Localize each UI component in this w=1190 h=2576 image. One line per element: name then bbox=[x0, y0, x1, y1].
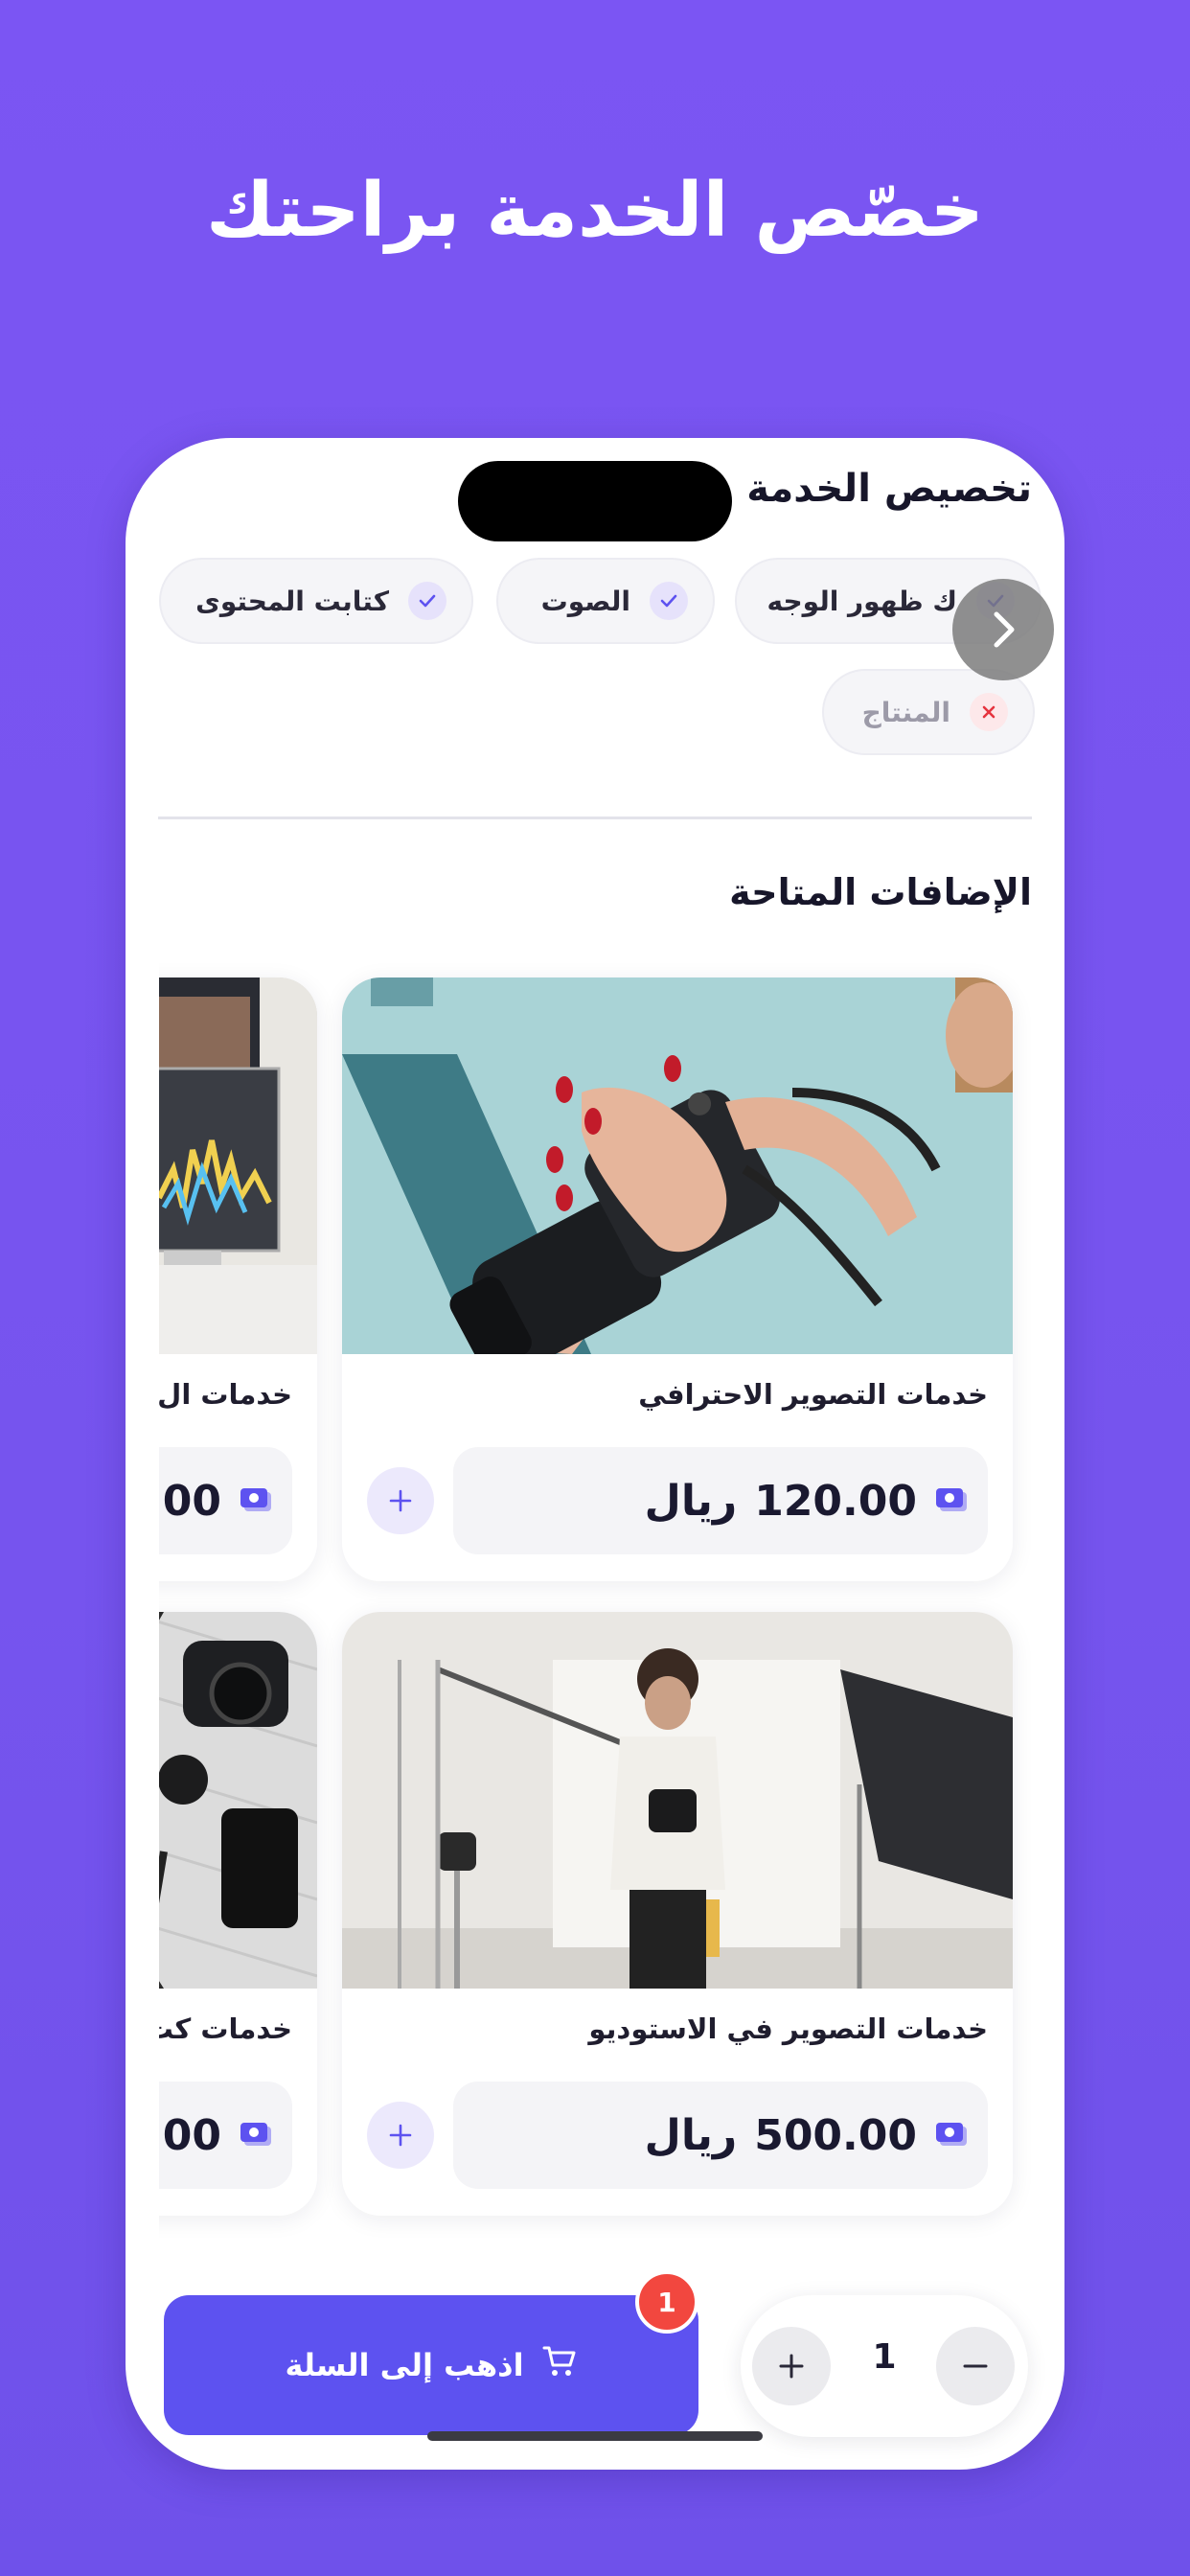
chip-voice[interactable]: الصوت bbox=[496, 558, 715, 644]
addon-card-professional-photography[interactable]: خدمات التصوير الاحترافي 120.00 ريال bbox=[342, 978, 1013, 1581]
money-icon bbox=[239, 1484, 273, 1517]
chip-montage[interactable]: المنتاج bbox=[822, 669, 1035, 755]
decrease-quantity-button[interactable] bbox=[936, 2327, 1015, 2405]
plus-icon bbox=[389, 1489, 412, 1512]
cart-count-badge: 1 bbox=[635, 2270, 698, 2334]
price-amount: 120.00 bbox=[754, 1476, 917, 1526]
divider bbox=[158, 816, 1032, 819]
money-icon bbox=[934, 2119, 969, 2151]
money-icon bbox=[239, 2119, 273, 2151]
addon-name: خدمات ال bbox=[157, 1378, 292, 1411]
addon-name: خدمات التصوير الاحترافي bbox=[638, 1378, 988, 1411]
price-box: 500.00 ريال bbox=[453, 2082, 988, 2189]
go-to-cart-button[interactable]: اذهب إلى السلة bbox=[164, 2295, 698, 2435]
add-addon-button[interactable] bbox=[367, 1467, 434, 1534]
price-amount: 00 bbox=[162, 1476, 221, 1526]
plus-icon bbox=[779, 2354, 804, 2379]
chip-label: كتابت المحتوى bbox=[195, 585, 389, 617]
increase-quantity-button[interactable] bbox=[752, 2327, 831, 2405]
addon-card-studio-photography[interactable]: خدمات التصوير في الاستوديو 500.00 ريال bbox=[342, 1612, 1013, 2216]
left-edge-mask bbox=[126, 955, 159, 2240]
page-title: تخصيص الخدمة bbox=[746, 467, 1032, 511]
addon-name: خدمات التصوير في الاستوديو bbox=[588, 2012, 988, 2045]
quantity-value: 1 bbox=[872, 2337, 897, 2377]
chip-content-writing[interactable]: كتابت المحتوى bbox=[159, 558, 473, 644]
remove-icon bbox=[970, 693, 1008, 731]
chip-label: الصوت bbox=[540, 585, 630, 617]
dynamic-island bbox=[458, 461, 732, 541]
price-amount: 00 bbox=[162, 2110, 221, 2160]
product-image bbox=[342, 1612, 1013, 1989]
promo-headline: خصّص الخدمة براحتك bbox=[206, 168, 984, 254]
cart-icon bbox=[541, 2344, 578, 2386]
chip-label: المنتاج bbox=[861, 696, 950, 728]
price-amount: 500.00 bbox=[754, 2110, 917, 2160]
section-title: الإضافات المتاحة bbox=[729, 871, 1032, 913]
check-icon bbox=[650, 582, 688, 620]
price-box: 120.00 ريال bbox=[453, 1447, 988, 1554]
money-icon bbox=[934, 1484, 969, 1517]
plus-icon bbox=[389, 2124, 412, 2147]
product-image bbox=[342, 978, 1013, 1354]
quantity-stepper: 1 bbox=[741, 2295, 1028, 2437]
home-indicator bbox=[427, 2431, 763, 2441]
phone-frame: تخصيص الخدمة ك ظهور الوجه الصوت كتابت ال… bbox=[126, 438, 1064, 2470]
cart-button-label: اذهب إلى السلة bbox=[285, 2347, 524, 2383]
chips-next-button[interactable] bbox=[952, 579, 1054, 680]
price-currency: ريال bbox=[644, 2110, 738, 2160]
price-currency: ريال bbox=[644, 1476, 738, 1526]
addon-name: خدمات كت bbox=[145, 2012, 292, 2045]
minus-icon bbox=[963, 2364, 988, 2368]
chip-label: ك ظهور الوجه bbox=[767, 585, 957, 617]
check-icon bbox=[408, 582, 446, 620]
chevron-right-icon bbox=[994, 611, 1015, 648]
add-addon-button[interactable] bbox=[367, 2102, 434, 2169]
